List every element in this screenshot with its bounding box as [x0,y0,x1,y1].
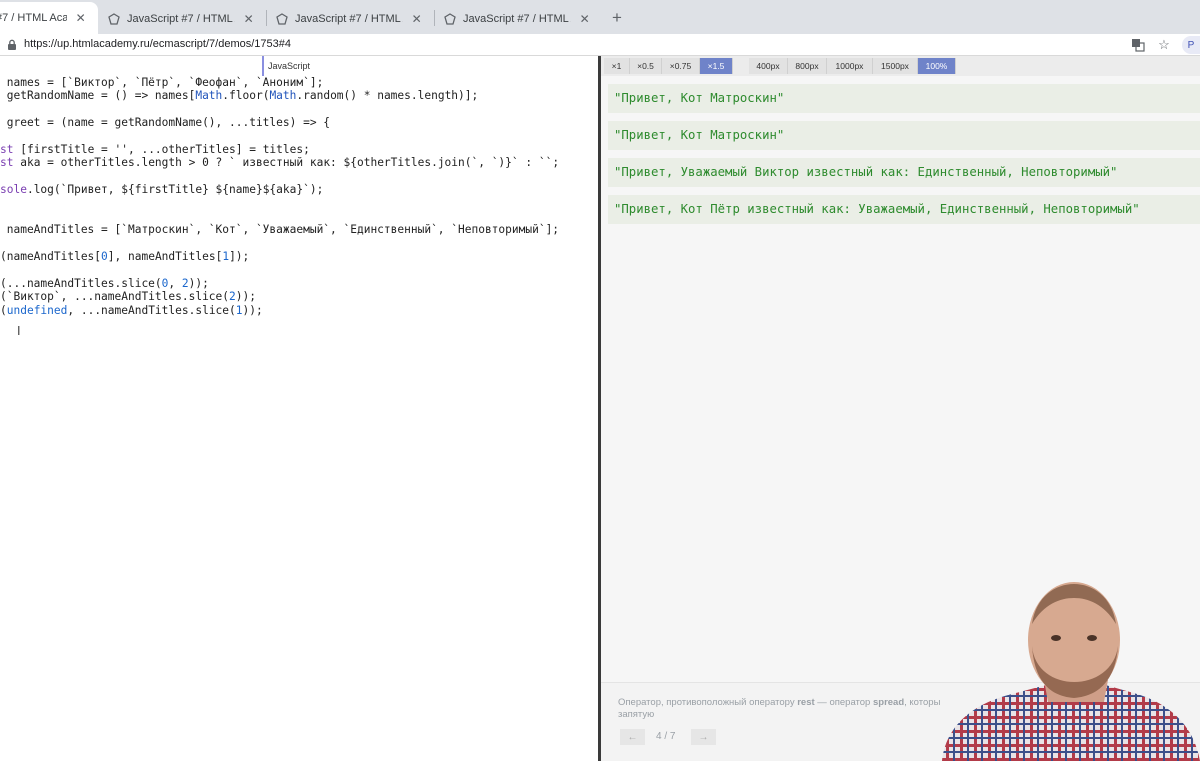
next-step-button[interactable]: → [691,729,716,745]
htmlacademy-favicon-icon [444,13,456,25]
console-line: "Привет, Кот Матроскин" [608,84,1200,113]
code-line: names = [`Виктор`, `Пётр`, `Феофан`, `Ан… [0,76,324,89]
tab-javascript[interactable]: JavaScript [262,56,310,76]
tab-title: JavaScript #7 / HTML Academy [463,13,571,25]
new-tab-button[interactable]: + [612,8,622,28]
close-icon[interactable]: ✕ [579,12,590,26]
prev-step-button[interactable]: ← [620,729,645,745]
tab-title: #7 / HTML Academy [0,12,68,24]
close-icon[interactable]: ✕ [243,12,254,26]
code-line: getRandomName = () => names[Math.floor(M… [0,89,479,103]
bookmark-star-icon[interactable]: ☆ [1156,37,1172,53]
address-bar: https://up.htmlacademy.ru/ecmascript/7/d… [0,34,1200,56]
width-button-100-percent[interactable]: 100% [918,58,956,74]
code-line: (`Виктор`, ...nameAndTitles.slice(2)); [0,290,256,304]
code-line: greet = (name = getRandomName(), ...titl… [0,116,331,130]
width-button-400[interactable]: 400px [749,58,788,74]
code-line: st aka = otherTitles.length > 0 ? ` изве… [0,156,560,170]
console-line: "Привет, Уважаемый Виктор известный как:… [608,158,1200,187]
width-button-1000[interactable]: 1000px [827,58,873,74]
tab-title: JavaScript #7 / HTML Academy [295,13,403,25]
editor-tabbar: JavaScript [0,56,598,76]
htmlacademy-favicon-icon [108,13,120,25]
browser-tab-active[interactable]: #7 / HTML Academy ✕ [0,2,98,34]
code-line: sole.log(`Привет, ${firstTitle} ${name}$… [0,183,324,197]
console-line: "Привет, Кот Матроскин" [608,121,1200,150]
lock-icon[interactable] [7,38,17,56]
console-line: "Привет, Кот Пётр известный как: Уважаем… [608,195,1200,224]
scale-button-x0-75[interactable]: ×0.75 [662,58,700,74]
browser-tab[interactable]: JavaScript #7 / HTML Academy ✕ [434,4,602,34]
width-button-800[interactable]: 800px [788,58,827,74]
code-editor[interactable]: JavaScript names = [`Виктор`, `Пётр`, `Ф… [0,56,598,761]
code-line: nameAndTitles = [`Матроскин`, `Кот`, `Ув… [0,223,560,237]
close-icon[interactable]: ✕ [75,11,86,25]
browser-tab[interactable]: JavaScript #7 / HTML Academy ✕ [266,4,434,34]
code-line: st [firstTitle = '', ...otherTitles] = t… [0,142,310,156]
step-counter: 4 / 7 [656,731,676,742]
presenter-webcam-video [932,576,1200,761]
scale-button-x0-5[interactable]: ×0.5 [630,58,662,74]
url-field[interactable]: https://up.htmlacademy.ru/ecmascript/7/d… [24,38,291,50]
browser-tab-strip: #7 / HTML Academy ✕ JavaScript #7 / HTML… [0,0,1200,34]
scale-button-x1[interactable]: ×1 [604,58,630,74]
translate-icon[interactable] [1130,37,1146,53]
width-button-1500[interactable]: 1500px [873,58,918,74]
console-output: "Привет, Кот Матроскин" "Привет, Кот Мат… [608,84,1200,232]
code-area[interactable]: names = [`Виктор`, `Пётр`, `Феофан`, `Ан… [0,76,598,317]
code-line: (undefined, ...nameAndTitles.slice(1)); [0,303,263,317]
browser-tab[interactable]: JavaScript #7 / HTML Academy ✕ [98,4,266,34]
htmlacademy-favicon-icon [276,13,288,25]
scale-button-x1-5[interactable]: ×1.5 [700,58,733,74]
close-icon[interactable]: ✕ [411,12,422,26]
code-line: (nameAndTitles[0], nameAndTitles[1]); [0,250,250,264]
profile-avatar[interactable]: P [1182,36,1200,54]
preview-toolbar: ×1 ×0.5 ×0.75 ×1.5 400px 800px 1000px 15… [601,56,1200,76]
code-line: (...nameAndTitles.slice(0, 2)); [0,276,209,290]
text-cursor-icon: I [17,324,21,338]
tab-title: JavaScript #7 / HTML Academy [127,13,235,25]
